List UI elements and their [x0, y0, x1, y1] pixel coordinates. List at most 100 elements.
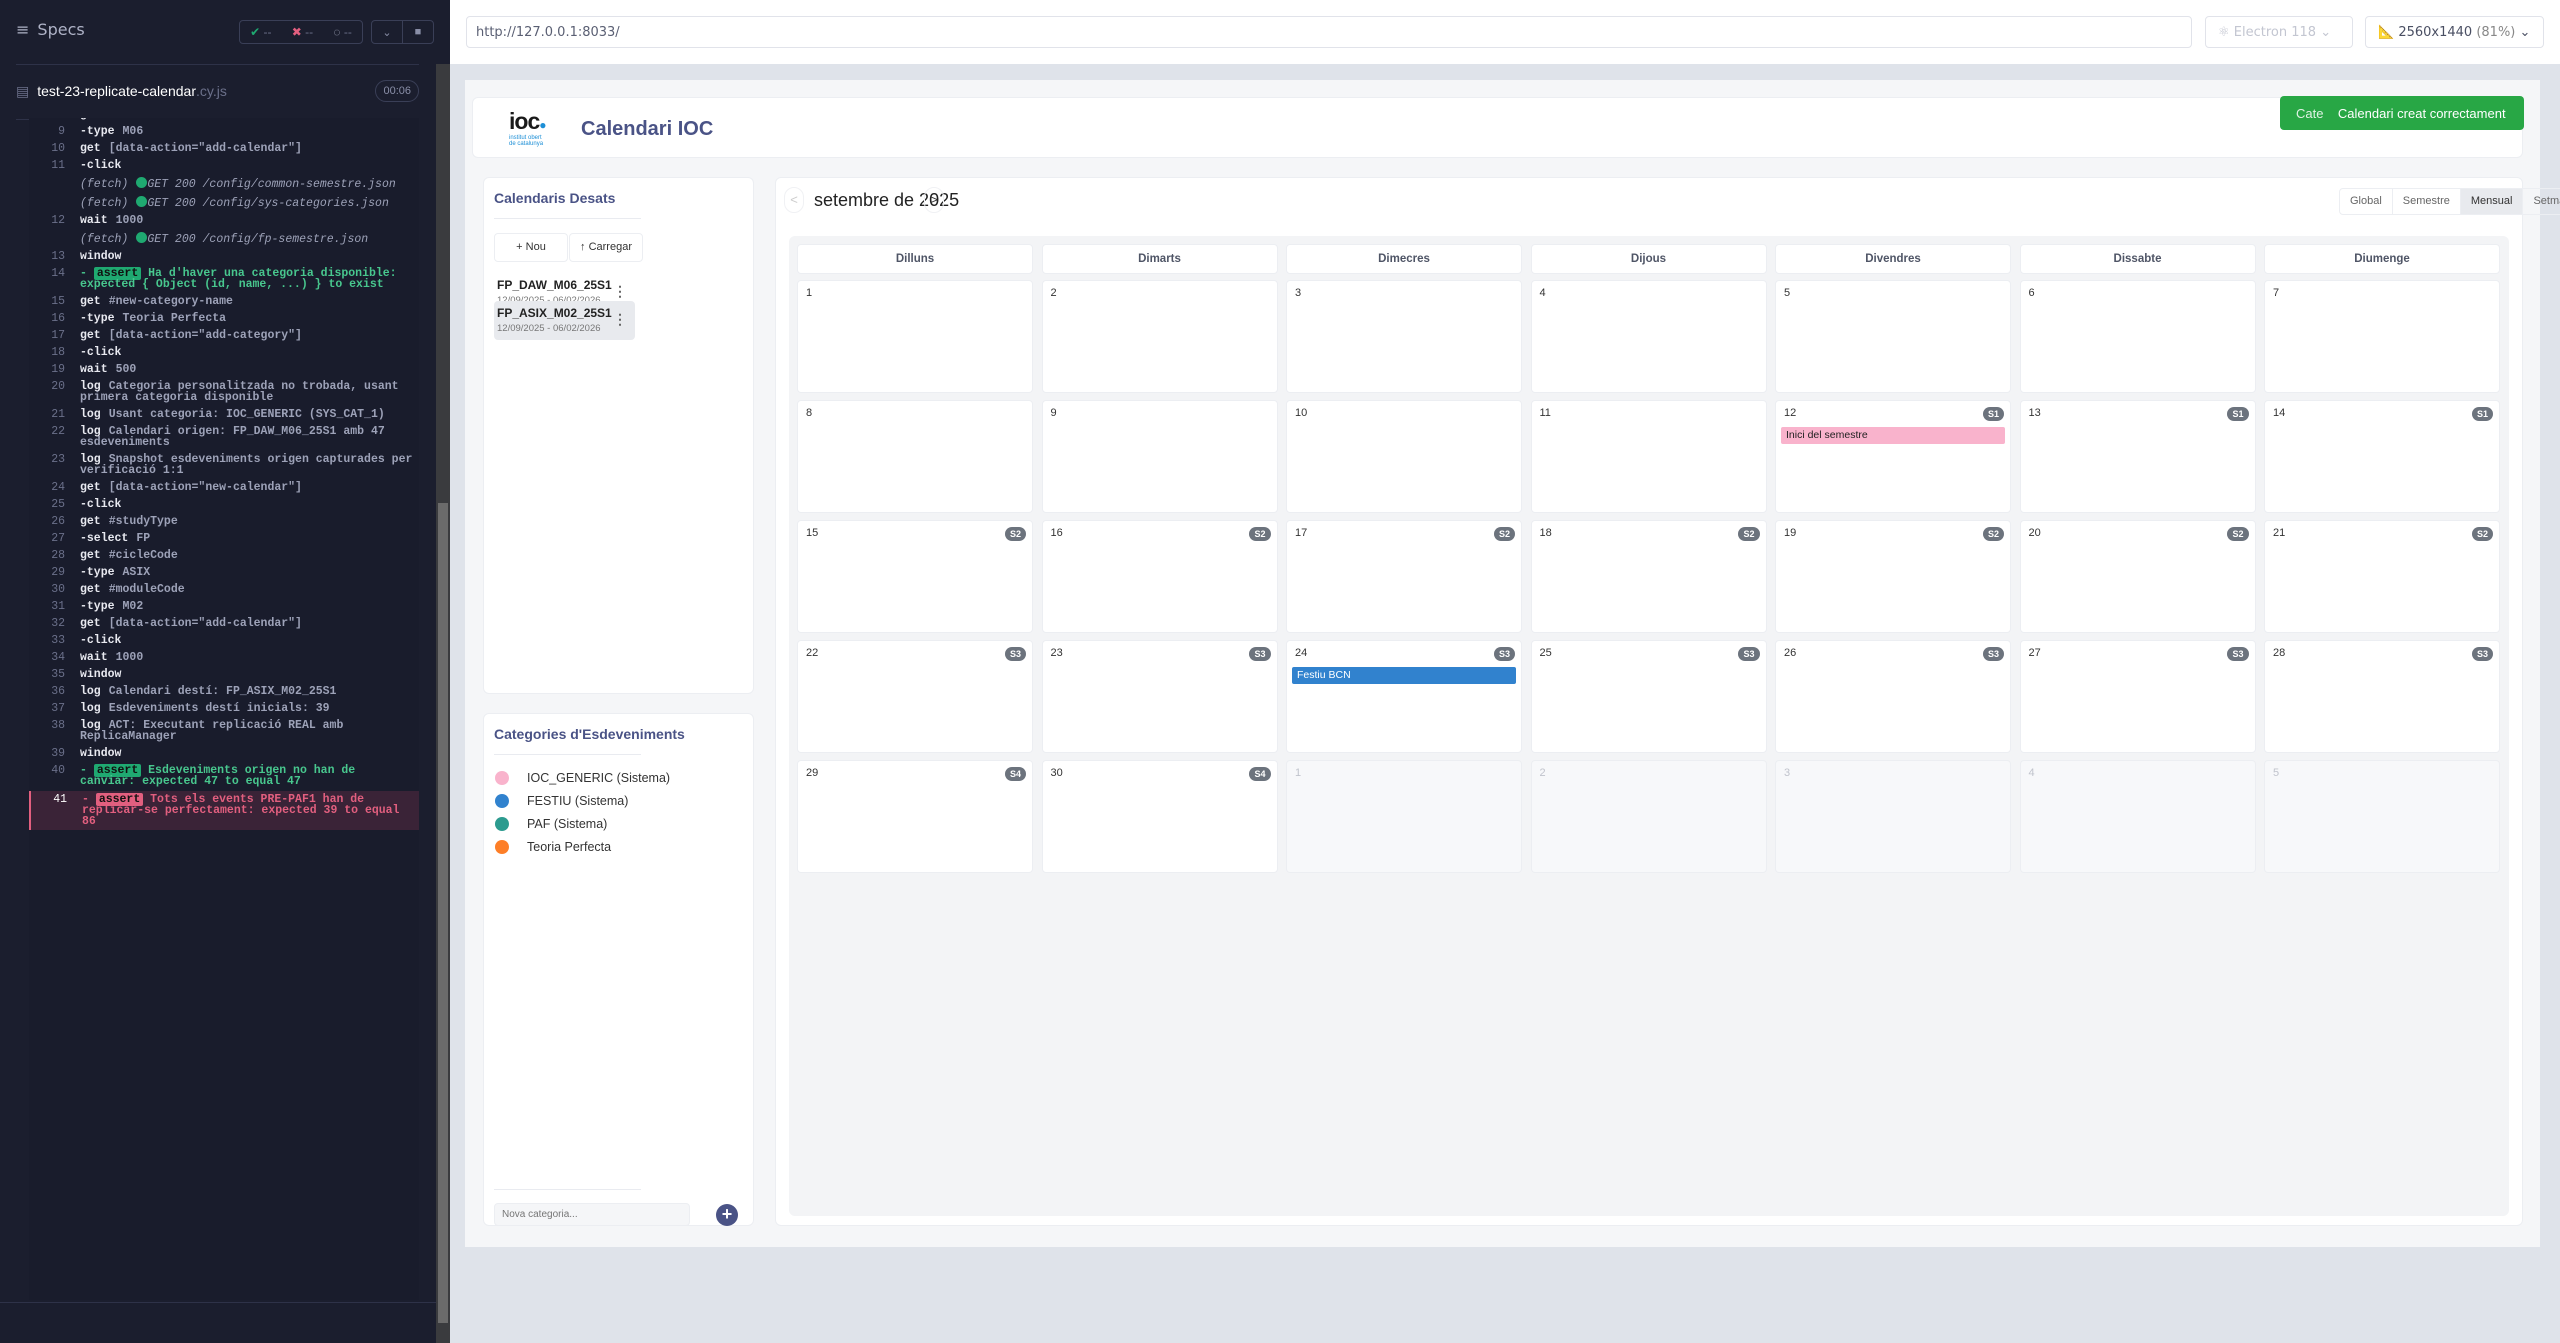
log-entry[interactable]: 11 -click	[29, 157, 419, 174]
log-entry[interactable]: 23 log Snapshot esdeveniments origen captu…	[29, 451, 419, 479]
day-cell[interactable]: 21 S2	[2264, 520, 2500, 633]
log-entry[interactable]: 30 get #moduleCode	[29, 581, 419, 598]
day-cell[interactable]: 11	[1530, 400, 1767, 513]
day-cell[interactable]: 7	[2264, 280, 2500, 393]
day-cell[interactable]: 4	[2019, 760, 2256, 873]
day-cell[interactable]: 29 S4	[797, 760, 1033, 873]
log-entry[interactable]: 9 -type M06	[29, 123, 419, 140]
day-cell[interactable]: 23 S3	[1041, 640, 1278, 753]
log-entry[interactable]: 14 - assert Ha d'haver una categoria disp…	[29, 265, 419, 293]
log-entry[interactable]: 25 -click	[29, 496, 419, 513]
log-entry[interactable]: 20 log Categoria personalitzada no trobada…	[29, 378, 419, 406]
category-item[interactable]: FESTIU (Sistema)	[495, 794, 628, 808]
scrollbar[interactable]	[436, 64, 450, 1343]
log-entry[interactable]: 24 get [data-action="new-calendar"]	[29, 479, 419, 496]
day-cell[interactable]: 15 S2	[797, 520, 1033, 633]
day-cell[interactable]: 30 S4	[1041, 760, 1278, 873]
day-cell[interactable]: 1	[797, 280, 1033, 393]
log-entry[interactable]: 39 window	[29, 745, 419, 762]
view-tab-global[interactable]: Global	[2340, 189, 2393, 214]
load-calendar-button[interactable]: ↑ Carregar	[569, 233, 643, 262]
view-tab-mensual[interactable]: Mensual	[2460, 189, 2524, 214]
log-entry[interactable]: 27 -select FP	[29, 530, 419, 547]
day-cell[interactable]: 18 S2	[1530, 520, 1767, 633]
chevron-down-icon[interactable]: ⌄	[372, 21, 402, 43]
log-entry[interactable]: 17 get [data-action="add-category"]	[29, 327, 419, 344]
new-category-input[interactable]	[494, 1203, 690, 1226]
log-entry[interactable]: 15 get #new-category-name	[29, 293, 419, 310]
log-entry[interactable]: 35 window	[29, 666, 419, 683]
day-cell[interactable]: 3	[1286, 280, 1522, 393]
log-command: -click	[80, 346, 122, 359]
log-entry[interactable]: 16 -type Teoria Perfecta	[29, 310, 419, 327]
log-entry[interactable]: 31 -type M02	[29, 598, 419, 615]
day-cell[interactable]: 2	[1530, 760, 1767, 873]
stop-button[interactable]: ■	[402, 21, 433, 43]
command-log[interactable]: 8get#moduleCode9-typeM0610get[data-actio…	[29, 118, 419, 1300]
log-entry[interactable]: 34 wait 1000	[29, 649, 419, 666]
day-cell[interactable]: 5	[2264, 760, 2500, 873]
log-entry[interactable]: 10 get [data-action="add-calendar"]	[29, 140, 419, 157]
day-cell[interactable]: 26 S3	[1775, 640, 2011, 753]
day-cell[interactable]: 12 S1 Inici del semestre	[1775, 400, 2011, 513]
log-entry[interactable]: 21 log Usant categoria: IOC_GENERIC (SYS_C…	[29, 406, 419, 423]
log-entry[interactable]: 41 - assert Tots els events PRE-PAF1 han …	[29, 791, 419, 830]
log-entry[interactable]: 32 get [data-action="add-calendar"]	[29, 615, 419, 632]
day-cell[interactable]: 5	[1775, 280, 2011, 393]
day-cell[interactable]: 9	[1041, 400, 1278, 513]
view-tab-semestre[interactable]: Semestre	[2393, 189, 2461, 214]
category-item[interactable]: IOC_GENERIC (Sistema)	[495, 771, 670, 785]
log-entry[interactable]: 38 log ACT: Executant replicació REAL amb …	[29, 717, 419, 745]
log-entry[interactable]: 36 log Calendari destí: FP_ASIX_M02_25S1	[29, 683, 419, 700]
specs-toggle[interactable]: ≡ Specs	[16, 20, 85, 39]
prev-month-button[interactable]: <	[784, 187, 804, 213]
calendar-event[interactable]: Festiu BCN	[1292, 667, 1516, 684]
more-options-icon[interactable]: ⋮	[613, 311, 627, 328]
viewport-selector[interactable]: 📐 2560x1440 (81%) ⌄	[2365, 16, 2544, 48]
log-entry[interactable]: 18 -click	[29, 344, 419, 361]
day-cell[interactable]: 4	[1530, 280, 1767, 393]
more-options-icon[interactable]: ⋮	[613, 283, 627, 300]
log-entry[interactable]: 12 wait 1000	[29, 212, 419, 229]
day-cell[interactable]: 14 S1	[2264, 400, 2500, 513]
log-entry[interactable]: (fetch) GET 200 /config/fp-semestre.json	[29, 229, 419, 248]
add-category-button[interactable]: +	[716, 1204, 738, 1226]
next-month-button[interactable]: >	[924, 187, 944, 213]
log-entry[interactable]: (fetch) GET 200 /config/common-semestre.j…	[29, 174, 419, 193]
category-item[interactable]: PAF (Sistema)	[495, 817, 607, 831]
log-entry[interactable]: 33 -click	[29, 632, 419, 649]
log-entry[interactable]: 37 log Esdeveniments destí inicials: 39	[29, 700, 419, 717]
category-item[interactable]: Teoria Perfecta	[495, 840, 611, 854]
log-entry[interactable]: 22 log Calendari origen: FP_DAW_M06_25S1 a…	[29, 423, 419, 451]
log-entry[interactable]: 29 -type ASIX	[29, 564, 419, 581]
url-bar[interactable]: http://127.0.0.1:8033/	[466, 16, 2192, 48]
log-entry[interactable]: 40 - assert Esdeveniments origen no han d…	[29, 762, 419, 790]
log-entry[interactable]: 13 window	[29, 248, 419, 265]
day-cell[interactable]: 16 S2	[1041, 520, 1278, 633]
day-cell[interactable]: 19 S2	[1775, 520, 2011, 633]
day-cell[interactable]: 22 S3	[797, 640, 1033, 753]
log-entry[interactable]: 19 wait 500	[29, 361, 419, 378]
browser-selector[interactable]: ⚛ Electron 118 ⌄	[2205, 16, 2353, 48]
day-cell[interactable]: 17 S2	[1286, 520, 1522, 633]
log-entry[interactable]: (fetch) GET 200 /config/sys-categories.js…	[29, 193, 419, 212]
view-tab-setmanal[interactable]: Setmanal	[2523, 189, 2560, 214]
log-entry[interactable]: 28 get #cicleCode	[29, 547, 419, 564]
saved-calendar-item[interactable]: FP_ASIX_M02_25S1 12/09/2025 - 06/02/2026 ⋮	[494, 301, 635, 340]
day-cell[interactable]: 10	[1286, 400, 1522, 513]
day-cell[interactable]: 1	[1286, 760, 1522, 873]
day-cell[interactable]: 8	[797, 400, 1033, 513]
day-cell[interactable]: 28 S3	[2264, 640, 2500, 753]
day-cell[interactable]: 20 S2	[2019, 520, 2256, 633]
day-cell[interactable]: 3	[1775, 760, 2011, 873]
day-cell[interactable]: 6	[2019, 280, 2256, 393]
log-entry[interactable]: 26 get #studyType	[29, 513, 419, 530]
new-calendar-button[interactable]: + Nou	[494, 233, 568, 262]
day-cell[interactable]: 13 S1	[2019, 400, 2256, 513]
day-cell[interactable]: 2	[1041, 280, 1278, 393]
day-cell[interactable]: 27 S3	[2019, 640, 2256, 753]
log-command: -type	[80, 312, 115, 325]
calendar-event[interactable]: Inici del semestre	[1781, 427, 2005, 444]
day-cell[interactable]: 25 S3	[1530, 640, 1767, 753]
day-cell[interactable]: 24 S3 Festiu BCN	[1286, 640, 1522, 753]
